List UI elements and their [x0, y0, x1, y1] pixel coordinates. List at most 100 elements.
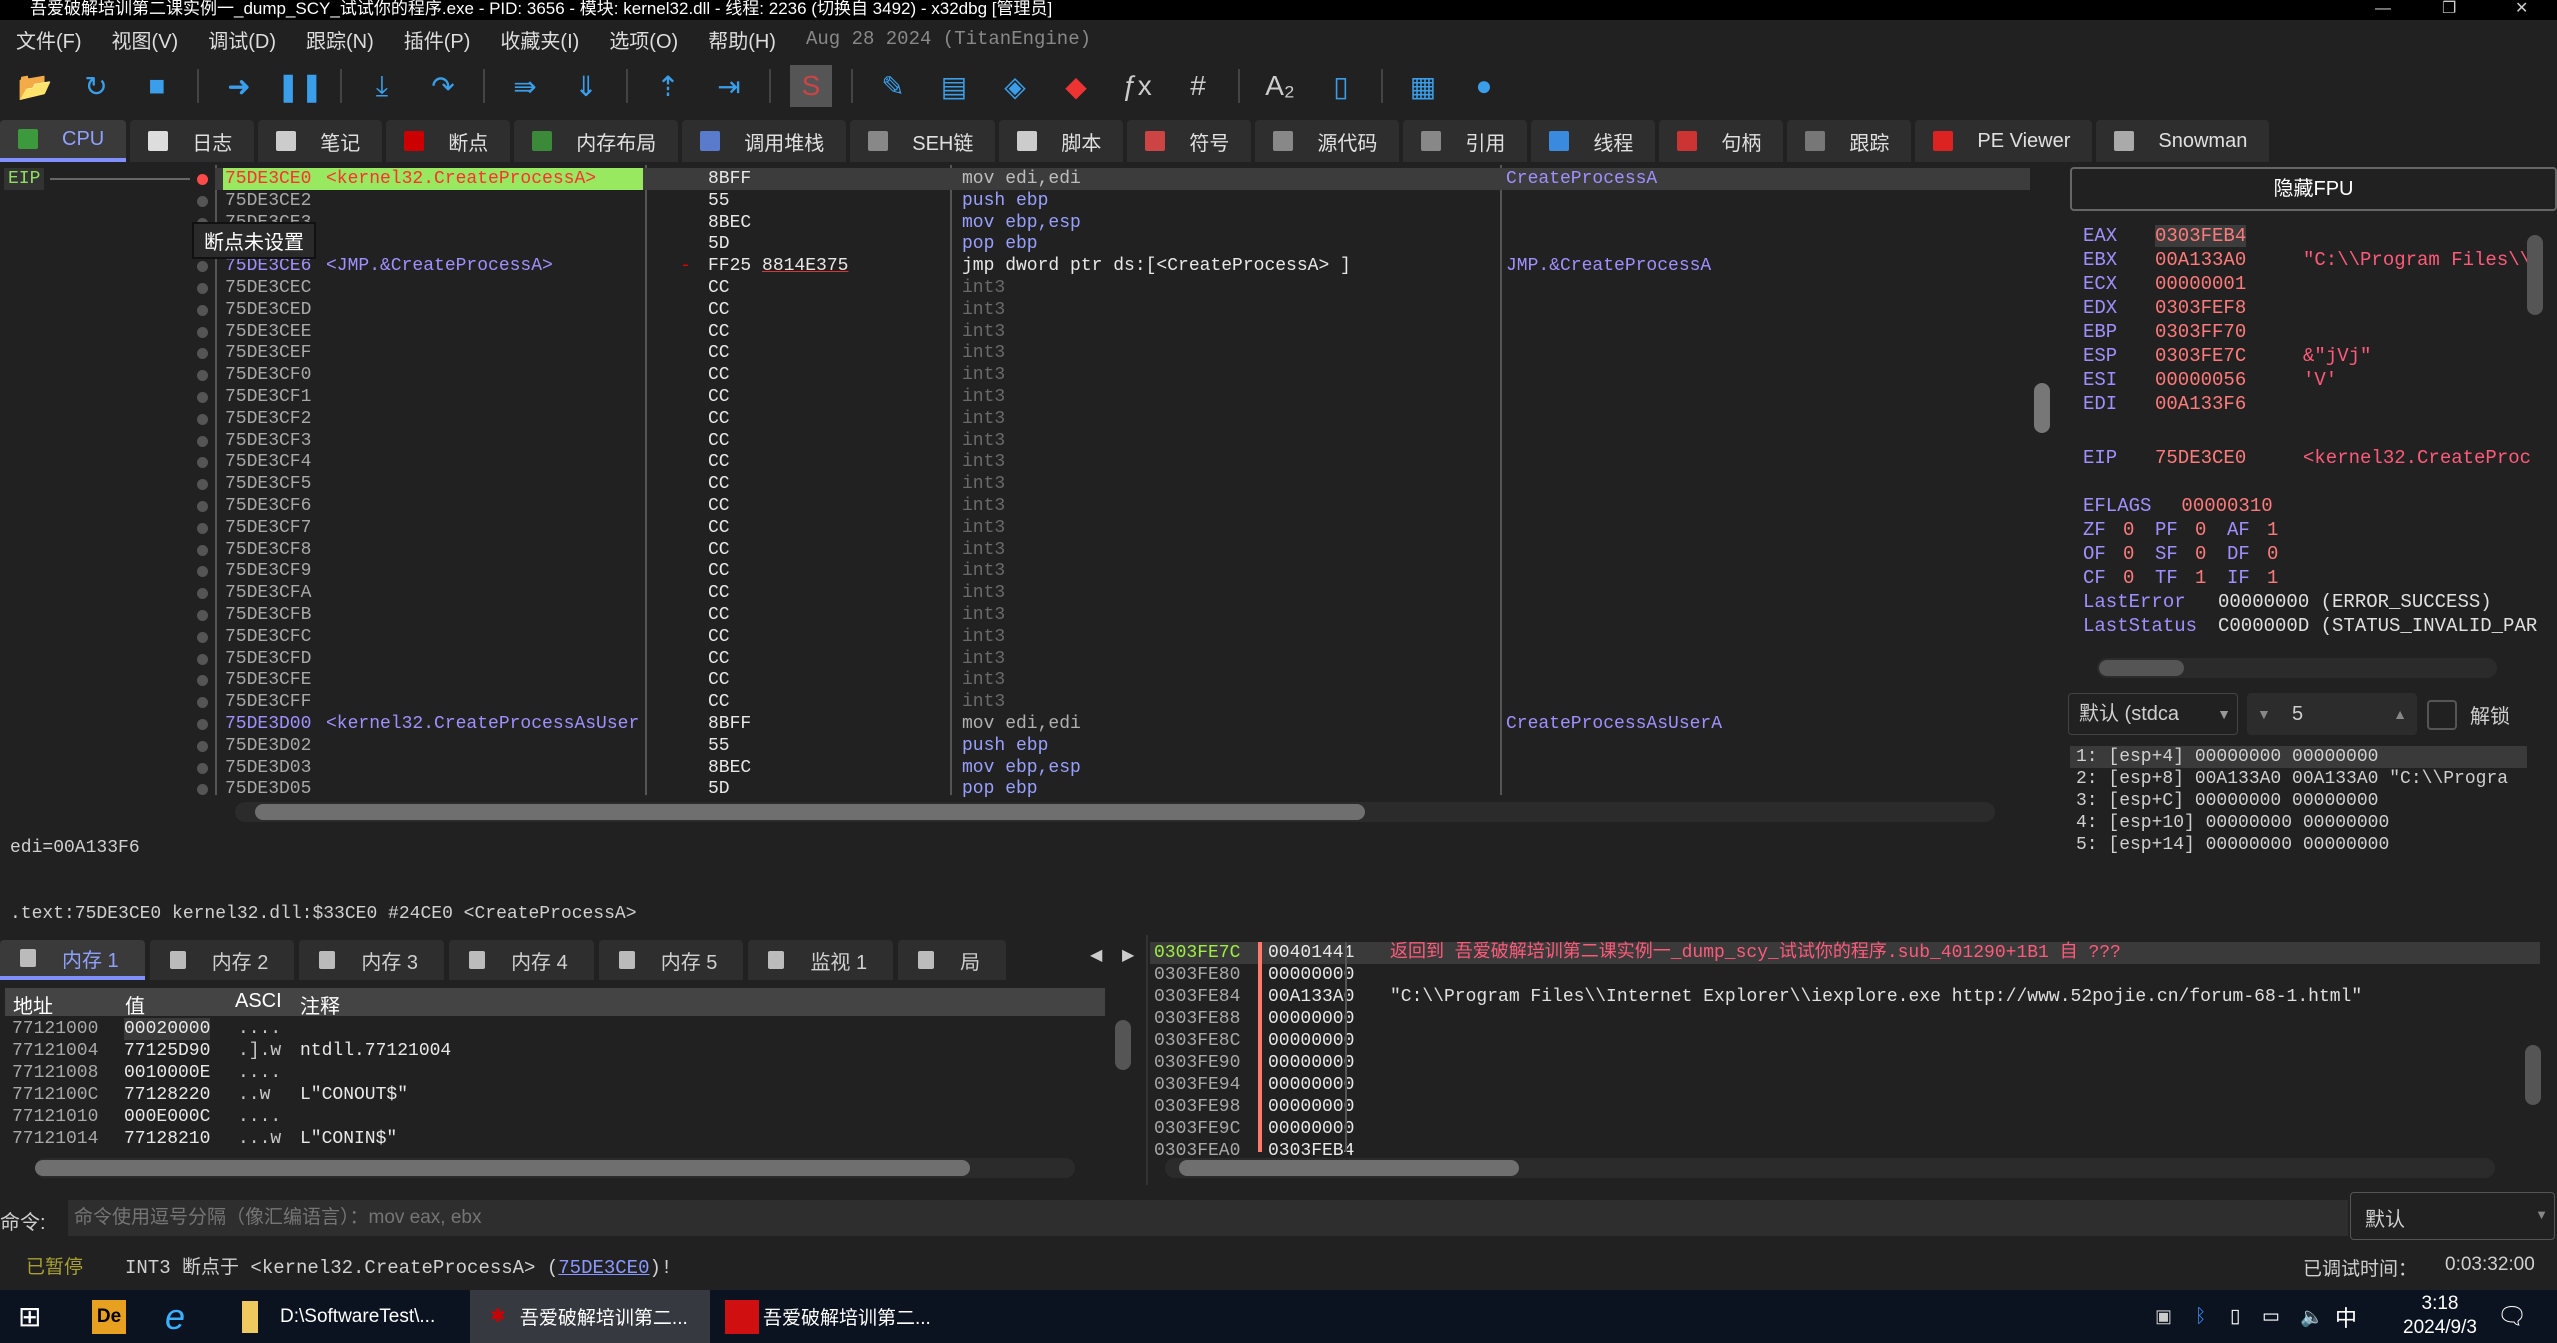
register-value[interactable]: 00A133A0	[2155, 249, 2246, 271]
dump-column-header[interactable]: 值	[125, 990, 145, 1019]
argument-row[interactable]: 1: [esp+4] 00000000 00000000	[2070, 746, 2527, 768]
disasm-row[interactable]: 75DE3CF5 CC int3	[0, 473, 2030, 495]
tab-dump-6[interactable]: 监视 1	[748, 940, 894, 980]
command-mode-select[interactable]: 默认 ▼	[2350, 1192, 2555, 1240]
breakpoint-dot[interactable]	[197, 283, 208, 294]
breakpoint-dot[interactable]	[197, 392, 208, 403]
dump-row[interactable]: 77121014 77128210 ...w L"CONIN$"	[0, 1128, 1100, 1150]
globe-button[interactable]: ●	[1463, 65, 1505, 107]
breakpoint-dot[interactable]	[197, 762, 208, 774]
stack-row[interactable]: 0303FE80 00000000	[1150, 964, 2540, 986]
register-value[interactable]: 0303FE7C	[2155, 345, 2246, 367]
taskbar-item-x32dbg[interactable]: ✱ 吾爱破解培训第二...	[470, 1290, 710, 1343]
breakpoint-dot[interactable]	[197, 326, 208, 338]
register-row[interactable]: LastStatus C000000D (STATUS_INVALID_PAR	[2083, 615, 2537, 637]
disasm-vertical-scrollbar[interactable]	[2034, 168, 2050, 788]
tab-scroll-left-icon[interactable]: ◀	[1090, 945, 1102, 965]
dump-column-header[interactable]: 地址	[13, 990, 53, 1019]
ime-indicator[interactable]: 中	[2335, 1290, 2357, 1343]
breakpoint-dot[interactable]	[197, 522, 208, 534]
breakpoint-dot[interactable]	[197, 784, 208, 796]
dump-row[interactable]: 77121010 000E000C....	[0, 1106, 1100, 1128]
tab-符号[interactable]: 符号	[1127, 120, 1252, 162]
disasm-row[interactable]: 75DE3CE0 <kernel32.CreateProcessA> 8BFF mov…	[197, 168, 2030, 190]
step-into-button[interactable]: ⤓	[361, 65, 403, 107]
breakpoint-dot[interactable]	[197, 435, 208, 447]
breakpoint-dot[interactable]	[197, 174, 208, 185]
dump-row[interactable]: 77121000 00020000....	[0, 1018, 1100, 1040]
stack-row[interactable]: 0303FE94 00000000	[1150, 1074, 2540, 1096]
tab-调用堆栈[interactable]: 调用堆栈	[682, 120, 847, 162]
tab-内存布局[interactable]: 内存布局	[514, 120, 679, 162]
flag-value[interactable]: 0	[2267, 543, 2278, 565]
breakpoint-dot[interactable]	[197, 675, 208, 687]
dump-row[interactable]: 7712100C 77128220 ..w L"CONOUT$"	[0, 1084, 1100, 1106]
tab-跟踪[interactable]: 跟踪	[1787, 120, 1912, 162]
stack-horizontal-scrollbar[interactable]	[1165, 1158, 2495, 1178]
flag-value[interactable]: 1	[2195, 567, 2206, 589]
register-row[interactable]: LastError 00000000 (ERROR_SUCCESS)	[2083, 591, 2492, 613]
disasm-row[interactable]: 75DE3CEF CC int3	[0, 342, 2030, 364]
calling-convention-select[interactable]: 默认 (stdca ▼	[2068, 693, 2238, 735]
disasm-row[interactable]: 75DE3D03 8BEC mov ebp,esp	[0, 757, 2030, 779]
disasm-row[interactable]: 75DE3D05 5D pop ebp	[0, 778, 2030, 800]
breakpoint-dot[interactable]	[197, 544, 208, 556]
disasm-row[interactable]: 75DE3CF4 CC int3	[0, 451, 2030, 473]
menu-item[interactable]: 收藏夹(I)	[500, 25, 579, 54]
tab-句柄[interactable]: 句柄	[1659, 120, 1784, 162]
tab-引用[interactable]: 引用	[1403, 120, 1528, 162]
menu-item[interactable]: 跟踪(N)	[306, 25, 374, 54]
command-input[interactable]	[68, 1200, 2348, 1236]
notifications-icon[interactable]: 🗨	[2497, 1290, 2527, 1343]
menu-item[interactable]: 调试(D)	[208, 25, 276, 54]
scroll-thumb[interactable]	[1115, 1020, 1131, 1070]
stack-vertical-scrollbar[interactable]	[2525, 975, 2541, 1120]
flag-value[interactable]: 0	[2195, 519, 2206, 541]
jump-target-bytes[interactable]: 8814E375	[762, 256, 848, 276]
dump-column-header[interactable]: 注释	[300, 990, 340, 1019]
scroll-thumb[interactable]	[255, 804, 1365, 820]
scroll-thumb[interactable]	[2525, 1045, 2541, 1105]
disasm-row[interactable]: 75DE3CFE CC int3	[0, 669, 2030, 691]
dump-row[interactable]: 77121004 77125D90 .].w ntdll.77121004	[0, 1040, 1100, 1062]
run-to-user-code-button[interactable]: ⇥	[708, 65, 750, 107]
disasm-row[interactable]: 75DE3CFA CC int3	[0, 582, 2030, 604]
step-over-button[interactable]: ↷	[422, 65, 464, 107]
breakpoint-dot[interactable]	[197, 195, 208, 207]
scroll-thumb[interactable]	[1179, 1160, 1519, 1176]
flag-value[interactable]: 0	[2123, 543, 2134, 565]
disasm-row[interactable]: 75DE3CFB CC int3	[0, 604, 2030, 626]
patch-button[interactable]: ✎	[872, 65, 914, 107]
register-value[interactable]: 0303FF70	[2155, 321, 2246, 343]
stack-row[interactable]: 0303FE84 00A133A0 "C:\\Program Files\\Inte…	[1150, 986, 2540, 1008]
calculator-button[interactable]: ▦	[1402, 65, 1444, 107]
taskbar-item-target-app[interactable]: 吾爱破解培训第二...	[725, 1290, 931, 1343]
disasm-row[interactable]: 75DE3CF2 CC int3	[0, 408, 2030, 430]
disasm-row[interactable]: 75DE3CF1 CC int3	[0, 386, 2030, 408]
disassembly-view[interactable]: EIP 75DE3CE0 <kernel32.CreateProcessA> 8BF…	[0, 165, 2060, 800]
disasm-row[interactable]: 75DE3CFC CC int3	[0, 626, 2030, 648]
unlock-checkbox[interactable]	[2427, 700, 2457, 730]
dump-vertical-scrollbar[interactable]	[1115, 1020, 1131, 1130]
functions-button[interactable]: ƒx	[1116, 65, 1158, 107]
pause-button[interactable]: ❚❚	[277, 65, 324, 107]
breakpoint-dot[interactable]	[197, 304, 208, 316]
breakpoint-dot[interactable]	[197, 501, 208, 512]
breakpoint-dot[interactable]	[197, 610, 208, 621]
breakpoint-dot[interactable]	[197, 697, 208, 709]
register-value[interactable]: 00000056	[2155, 369, 2246, 391]
labels-button[interactable]: ◈	[994, 65, 1036, 107]
register-value[interactable]: 0303FEF8	[2155, 297, 2246, 319]
eflags-value[interactable]: 00000310	[2181, 495, 2272, 517]
scylla-button[interactable]: S	[790, 65, 832, 107]
increment-icon[interactable]: ▲	[2393, 693, 2407, 735]
tab-seh链[interactable]: SEH链	[850, 120, 996, 162]
registers-horizontal-scrollbar[interactable]	[2097, 658, 2497, 678]
app-de-icon[interactable]: De	[92, 1299, 126, 1334]
dump-column-header[interactable]: ASCI	[235, 990, 282, 1013]
decrement-icon[interactable]: ▼	[2257, 693, 2271, 735]
open-button[interactable]: 📂	[14, 65, 56, 107]
registers-vertical-scrollbar[interactable]	[2527, 235, 2543, 625]
clock[interactable]: 3:18 2024/9/3	[2380, 1292, 2500, 1340]
tab-源代码[interactable]: 源代码	[1255, 120, 1400, 162]
